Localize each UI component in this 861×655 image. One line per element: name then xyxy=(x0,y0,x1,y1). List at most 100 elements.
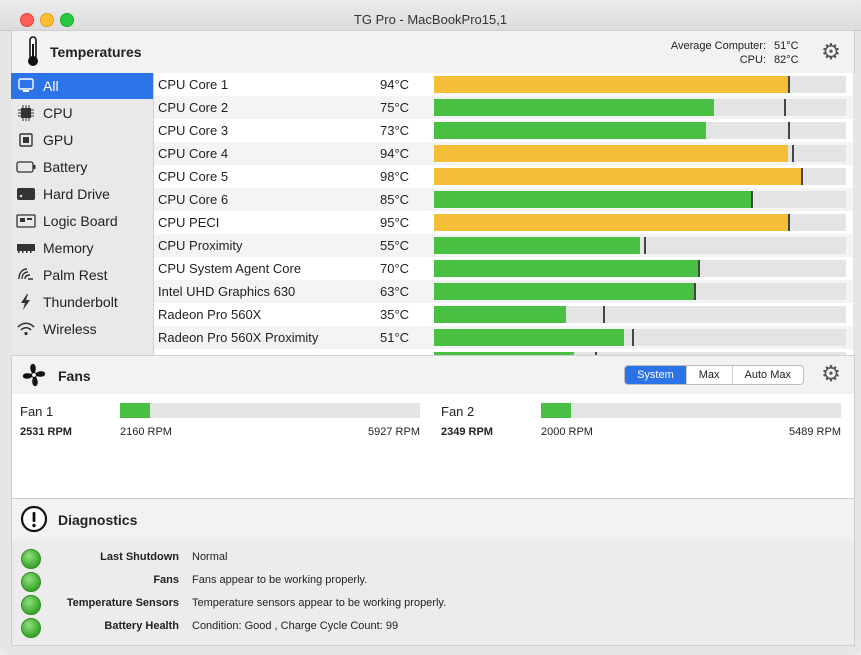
cpu-icon xyxy=(15,104,37,122)
fan-mode-auto-max-button[interactable]: Auto Max xyxy=(731,366,803,384)
diagnostic-label: Fans xyxy=(153,574,179,586)
temperature-max-marker xyxy=(694,283,696,300)
diagnostic-label: Temperature Sensors xyxy=(66,597,179,609)
wireless-icon xyxy=(15,320,37,338)
sidebar-item-memory[interactable]: Memory xyxy=(11,235,153,261)
sidebar-item-palm-rest[interactable]: Palm Rest xyxy=(11,262,153,288)
sidebar-item-cpu[interactable]: CPU xyxy=(11,100,153,126)
sidebar-item-logic-board[interactable]: Logic Board xyxy=(11,208,153,234)
sensor-temperature: 63°C xyxy=(380,284,410,299)
sensor-temperature: 70°C xyxy=(380,261,410,276)
sensor-temperature: 35°C xyxy=(380,307,410,322)
fan-speed-fill xyxy=(120,403,150,418)
temperature-bar-fill xyxy=(434,237,640,254)
fan-icon xyxy=(22,363,46,387)
temperature-bar-fill xyxy=(434,306,566,323)
sidebar-item-hard-drive[interactable]: Hard Drive xyxy=(11,181,153,207)
temperature-max-marker xyxy=(788,214,790,231)
sidebar-item-thunderbolt[interactable]: Thunderbolt xyxy=(11,289,153,315)
fan-mode-max-button[interactable]: Max xyxy=(685,366,732,384)
temperature-bar xyxy=(434,214,846,231)
temperatures-title: Temperatures xyxy=(50,44,142,60)
title-bar[interactable]: TG Pro - MacBookPro15,1 xyxy=(0,0,861,31)
logic-board-icon xyxy=(15,212,37,230)
fan-min-rpm: 2000 RPM xyxy=(541,426,593,438)
diagnostics-title: Diagnostics xyxy=(58,512,138,528)
temperature-bar xyxy=(434,237,846,254)
temperature-bar xyxy=(434,168,846,185)
temperature-row[interactable]: CPU PECI 95°C xyxy=(154,211,853,234)
sidebar-item-label: Memory xyxy=(43,240,94,256)
fan-current-rpm: 2531 RPM xyxy=(20,426,72,438)
status-ok-icon xyxy=(21,572,41,592)
fan-speed-bar xyxy=(120,403,420,418)
palm-rest-icon xyxy=(15,266,37,284)
sensor-name: Radeon Pro 560X xyxy=(158,307,262,322)
fan-max-rpm: 5489 RPM xyxy=(789,426,841,438)
temperature-row[interactable]: Radeon Pro 560X 35°C xyxy=(154,303,853,326)
temperatures-settings-gear-icon[interactable]: ⚙ xyxy=(820,41,842,63)
fan-speed-fill xyxy=(541,403,571,418)
temperature-row[interactable]: Radeon Pro 560X Proximity 51°C xyxy=(154,326,853,349)
sensor-temperature: 55°C xyxy=(380,238,410,253)
temperature-row[interactable]: CPU Core 1 94°C xyxy=(154,73,853,96)
diagnostic-row: Temperature Sensors Temperature sensors a… xyxy=(12,594,854,617)
temperature-bar xyxy=(434,122,846,139)
temperatures-header: Temperatures Average Computer: 51°C CPU:… xyxy=(11,30,855,74)
sidebar-item-label: GPU xyxy=(43,132,74,148)
sensor-temperature: 75°C xyxy=(380,100,410,115)
sensor-name: CPU Core 6 xyxy=(158,192,229,207)
sensor-temperature: 98°C xyxy=(380,169,410,184)
sensor-temperature: 94°C xyxy=(380,146,410,161)
sidebar-item-wireless[interactable]: Wireless xyxy=(11,316,153,342)
temperature-max-marker xyxy=(792,145,794,162)
average-computer-label: Average Computer: xyxy=(670,40,766,52)
sidebar-item-all[interactable]: All xyxy=(11,73,153,99)
fans-header: Fans System Max Auto Max ⚙ xyxy=(11,355,855,395)
computer-icon xyxy=(15,77,37,95)
app-window: TG Pro - MacBookPro15,1 Temperatures Ave… xyxy=(0,0,861,655)
sensor-name: CPU PECI xyxy=(158,215,220,230)
fan-max-rpm: 5927 RPM xyxy=(368,426,420,438)
fans-settings-gear-icon[interactable]: ⚙ xyxy=(820,363,842,385)
temperature-max-marker xyxy=(603,306,605,323)
sidebar-item-label: All xyxy=(43,78,59,94)
temperature-row[interactable]: CPU System Agent Core 70°C xyxy=(154,257,853,280)
temperature-row[interactable]: CPU Core 6 85°C xyxy=(154,188,853,211)
temperature-max-marker xyxy=(784,99,786,116)
fans-panel: Fan 1 2531 RPM 2160 RPM 5927 RPM Fan 2 2… xyxy=(11,394,855,498)
temperature-row[interactable]: CPU Core 3 73°C xyxy=(154,119,853,142)
temperature-row[interactable]: Intel UHD Graphics 630 63°C xyxy=(154,280,853,303)
temperature-max-marker xyxy=(788,76,790,93)
fan-mode-system-button[interactable]: System xyxy=(625,366,686,384)
temperature-summary: Average Computer: 51°C CPU: 82°C xyxy=(671,39,804,67)
sidebar-item-battery[interactable]: Battery xyxy=(11,154,153,180)
temperature-row[interactable]: CPU Core 5 98°C xyxy=(154,165,853,188)
status-ok-icon xyxy=(21,595,41,615)
temperature-row[interactable]: CPU Core 2 75°C xyxy=(154,96,853,119)
sensor-name: CPU Core 4 xyxy=(158,146,229,161)
temperature-list[interactable]: CPU Core 1 94°C CPU Core 2 75°C CPU Core 3 73… xyxy=(154,73,853,355)
temperature-bar-fill xyxy=(434,168,801,185)
sidebar-item-label: Logic Board xyxy=(43,213,118,229)
sensor-temperature: 94°C xyxy=(380,77,410,92)
temperature-bar xyxy=(434,283,846,300)
cpu-average-label: CPU: xyxy=(739,54,766,66)
sidebar-item-gpu[interactable]: GPU xyxy=(11,127,153,153)
exclamation-circle-icon xyxy=(20,505,48,533)
sensor-temperature: 51°C xyxy=(380,330,410,345)
diagnostics-panel: Last Shutdown Normal Fans Fans appear to be… xyxy=(11,539,855,646)
temperature-row[interactable]: CPU Proximity 55°C xyxy=(154,234,853,257)
fan-item: Fan 2 2349 RPM 2000 RPM 5489 RPM xyxy=(433,402,843,442)
fan-speed-bar xyxy=(541,403,841,418)
thunderbolt-icon xyxy=(15,293,37,311)
sidebar-item-label: Battery xyxy=(43,159,88,175)
temperature-row[interactable]: CPU Core 4 94°C xyxy=(154,142,853,165)
diagnostics-header: Diagnostics xyxy=(11,498,855,540)
temperature-max-marker xyxy=(632,329,634,346)
temperature-bar xyxy=(434,76,846,93)
sensor-temperature: 85°C xyxy=(380,192,410,207)
sensor-temperature: 73°C xyxy=(380,123,410,138)
temperature-bar-fill xyxy=(434,122,706,139)
fan-min-rpm: 2160 RPM xyxy=(120,426,172,438)
